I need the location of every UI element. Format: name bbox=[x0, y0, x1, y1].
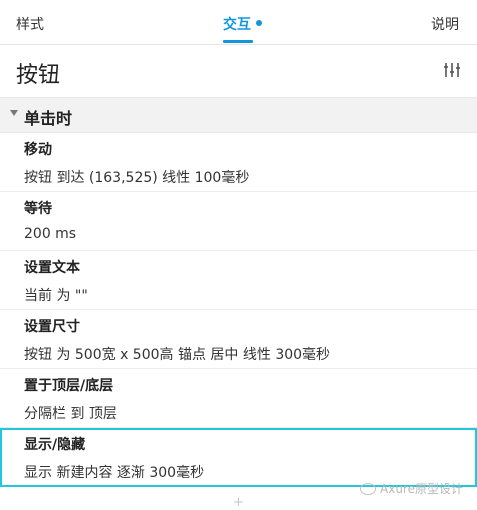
action-item-move[interactable]: 移动 按钮 到达 (163,525) 线性 100毫秒 bbox=[0, 133, 477, 192]
tab-interactions[interactable]: 交互 bbox=[223, 14, 251, 34]
action-name: 移动 bbox=[24, 142, 52, 158]
action-name: 置于顶层/底层 bbox=[24, 378, 114, 394]
action-detail: 按钮 为 500宽 x 500高 锚点 居中 线性 300毫秒 bbox=[24, 347, 331, 363]
action-detail: 按钮 到达 (163,525) 线性 100毫秒 bbox=[24, 170, 250, 186]
wechat-icon bbox=[360, 482, 377, 495]
action-detail: 200 ms bbox=[24, 226, 77, 242]
active-tab-underline bbox=[223, 40, 253, 43]
active-indicator-dot bbox=[256, 20, 262, 26]
caret-down-icon[interactable] bbox=[10, 110, 18, 116]
event-header[interactable]: 单击时 bbox=[0, 98, 477, 133]
add-action-row: + bbox=[0, 494, 477, 510]
tab-notes[interactable]: 说明 bbox=[431, 14, 459, 34]
event-title: 单击时 bbox=[24, 109, 73, 128]
tab-bar: 样式 交互 说明 bbox=[0, 0, 477, 45]
widget-title: 按钮 bbox=[16, 63, 61, 88]
tab-style[interactable]: 样式 bbox=[16, 14, 44, 34]
action-detail: 分隔栏 到 顶层 bbox=[24, 406, 117, 422]
widget-header: 按钮 bbox=[0, 45, 477, 98]
action-name: 显示/隐藏 bbox=[24, 437, 86, 453]
action-item-set-text[interactable]: 设置文本 当前 为 "" bbox=[0, 251, 477, 310]
action-detail: 显示 新建内容 逐渐 300毫秒 bbox=[24, 465, 205, 481]
action-item-set-size[interactable]: 设置尺寸 按钮 为 500宽 x 500高 锚点 居中 线性 300毫秒 bbox=[0, 310, 477, 369]
sliders-icon[interactable] bbox=[443, 61, 461, 79]
action-name: 设置尺寸 bbox=[24, 319, 80, 335]
action-item-show-hide[interactable]: 显示/隐藏 显示 新建内容 逐渐 300毫秒 bbox=[0, 428, 477, 487]
action-detail: 当前 为 "" bbox=[24, 288, 88, 304]
add-icon[interactable]: + bbox=[233, 495, 244, 510]
action-list: 移动 按钮 到达 (163,525) 线性 100毫秒 等待 200 ms 设置… bbox=[0, 133, 477, 487]
action-name: 设置文本 bbox=[24, 260, 80, 276]
action-name: 等待 bbox=[24, 201, 52, 217]
action-item-bring-to-front[interactable]: 置于顶层/底层 分隔栏 到 顶层 bbox=[0, 369, 477, 428]
action-item-wait[interactable]: 等待 200 ms bbox=[0, 192, 477, 251]
